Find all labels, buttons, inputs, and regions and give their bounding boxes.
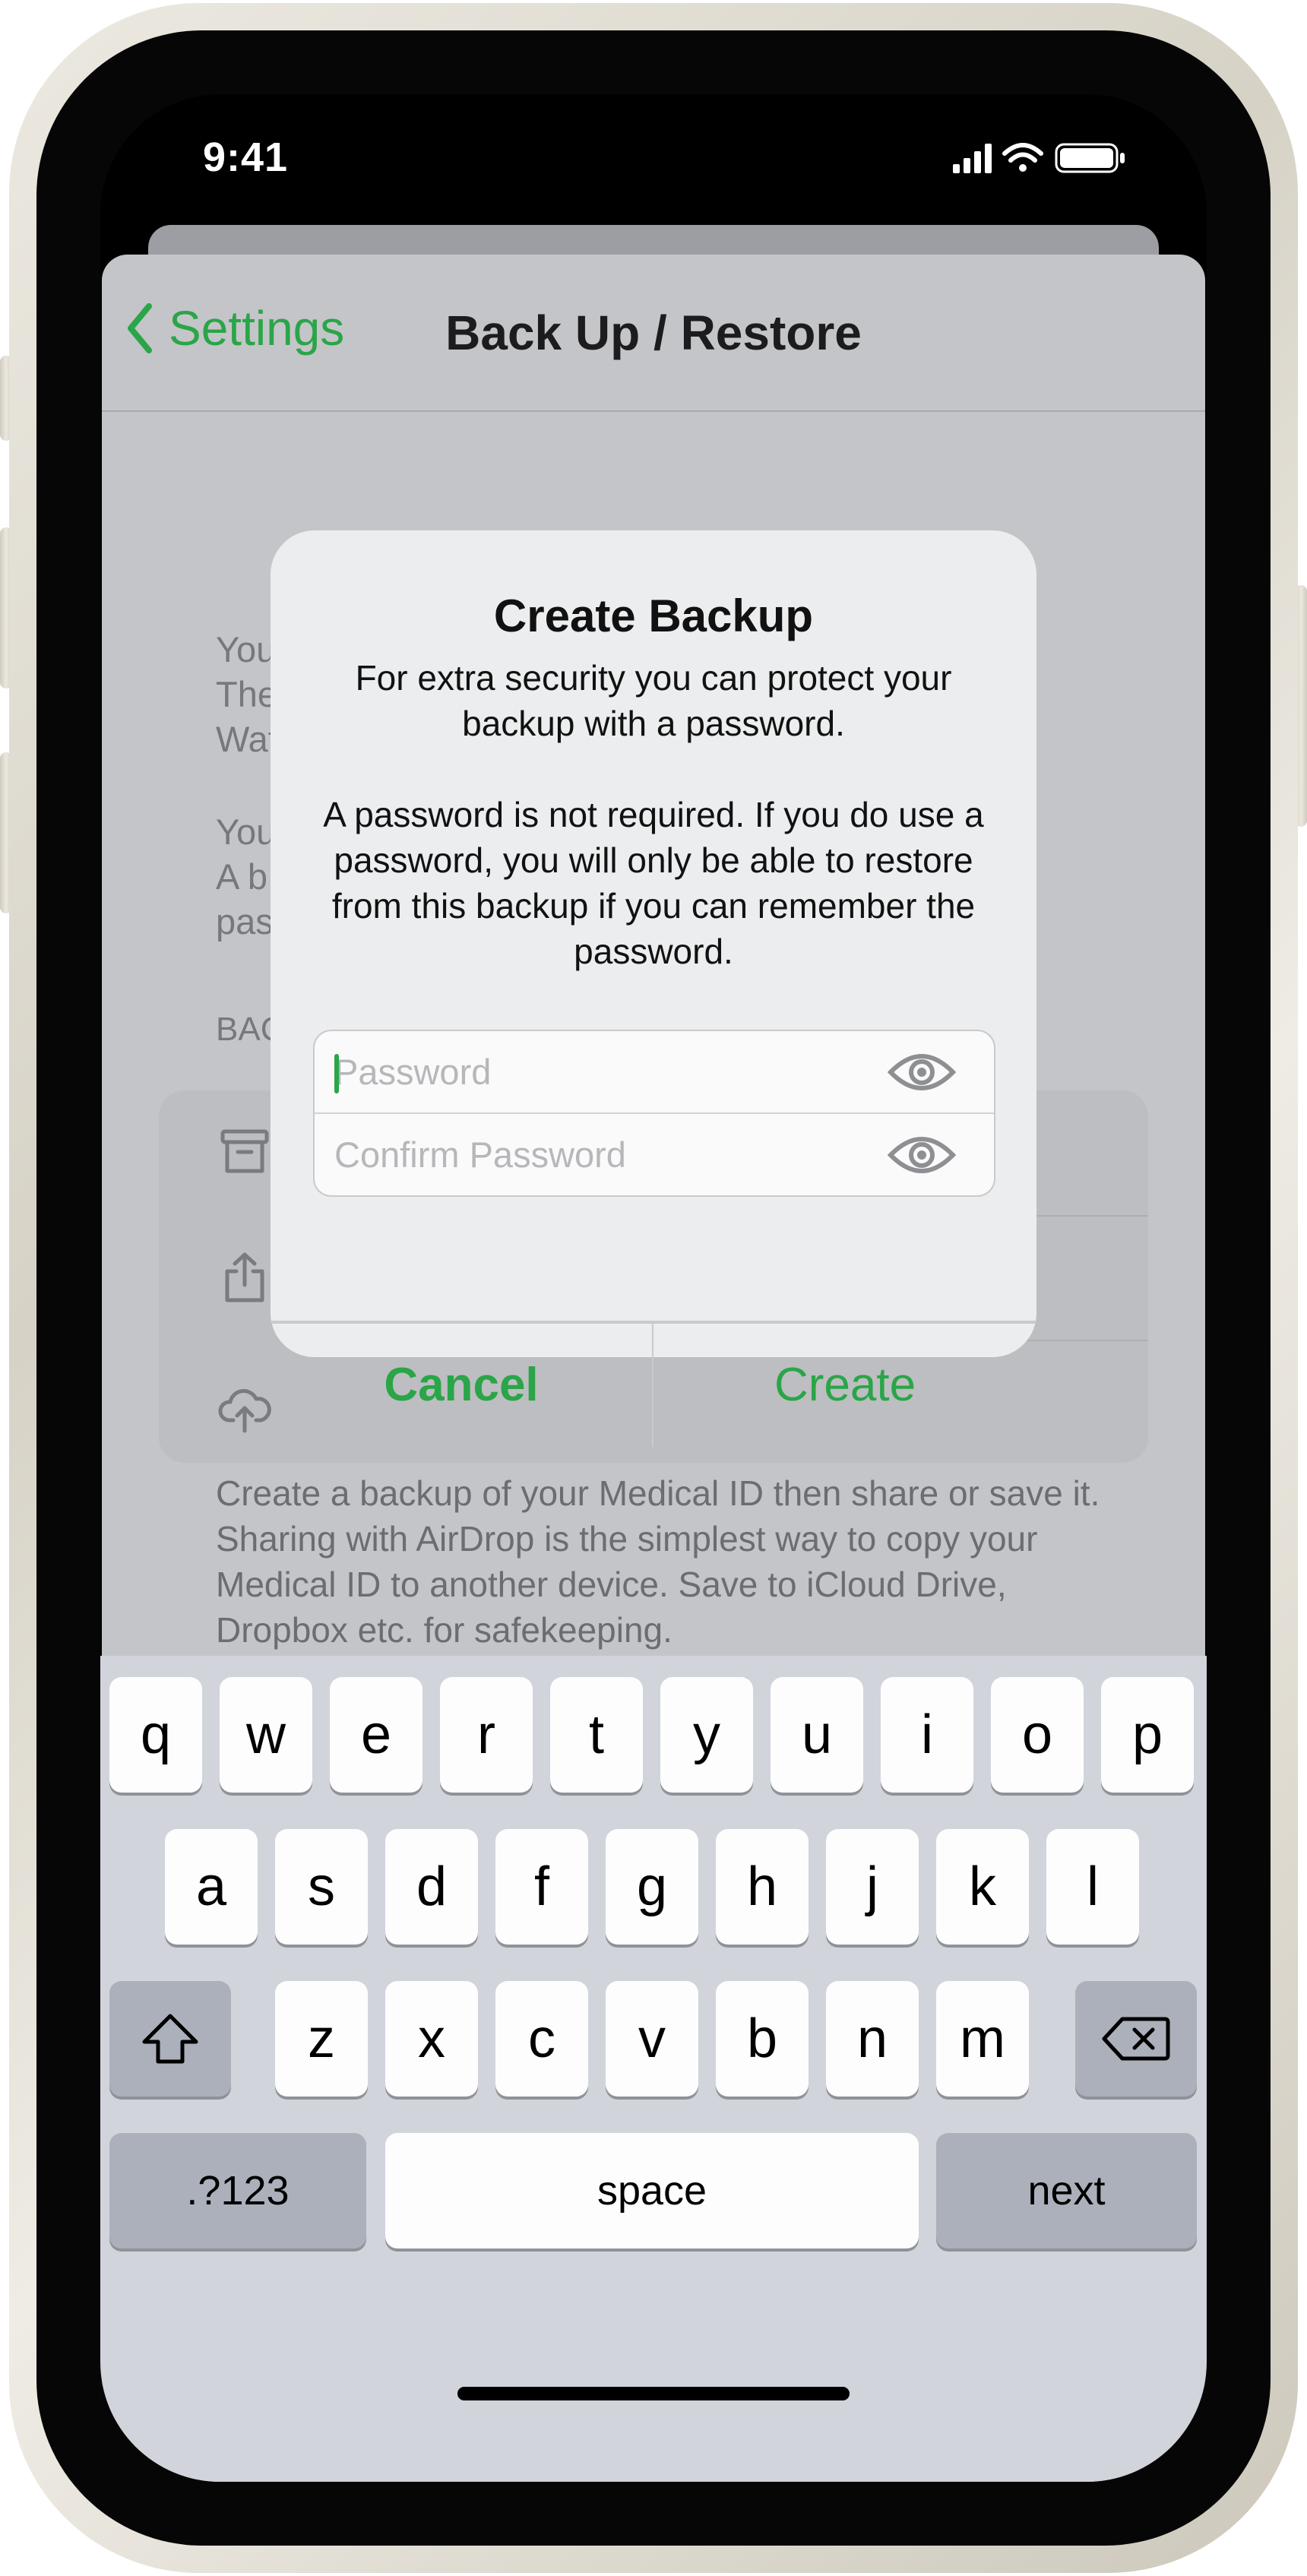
delete-key[interactable] [1075,1981,1197,2097]
alert-message-warning: A password is not required. If you do us… [323,795,984,971]
key-g[interactable]: g [606,1829,698,1945]
navigation-bar: Settings Back Up / Restore [102,255,1205,412]
password-fields [313,1030,995,1197]
key-r[interactable]: r [440,1677,533,1793]
eye-icon[interactable] [888,1049,956,1095]
key-v[interactable]: v [606,1981,698,2097]
confirm-password-input[interactable] [334,1114,866,1195]
key-n[interactable]: n [826,1981,919,2097]
confirm-password-row [315,1114,994,1195]
key-k[interactable]: k [936,1829,1029,1945]
key-h[interactable]: h [716,1829,809,1945]
archive-icon[interactable] [218,1125,271,1179]
key-b[interactable]: b [716,1981,809,2097]
numbers-key[interactable]: .?123 [109,2133,366,2248]
key-p[interactable]: p [1101,1677,1194,1793]
create-button[interactable]: Create [654,1322,1036,1447]
password-input[interactable] [334,1031,866,1112]
page-title: Back Up / Restore [445,305,862,360]
create-backup-alert: Create Backup For extra security you can… [271,530,1036,1357]
delete-backward-icon [1102,2017,1170,2061]
alert-message: For extra security you can protect your … [301,655,1006,974]
keyboard: q w e r t y u i o p a s d f g h j k l z … [100,1656,1207,2482]
key-e[interactable]: e [330,1677,422,1793]
key-j[interactable]: j [826,1829,919,1945]
share-icon[interactable] [218,1252,271,1305]
eye-icon[interactable] [888,1132,956,1178]
key-s[interactable]: s [275,1829,368,1945]
home-indicator[interactable] [457,2387,850,2400]
password-row [315,1031,994,1112]
screen: 9:41 Settings Back Up / Restore You The … [100,94,1207,2482]
backup-footer-text: Create a backup of your Medical ID then … [216,1473,1100,1650]
shift-key[interactable] [109,1981,231,2097]
key-y[interactable]: y [660,1677,753,1793]
status-time: 9:41 [203,134,289,180]
key-q[interactable]: q [109,1677,202,1793]
key-u[interactable]: u [771,1677,863,1793]
key-o[interactable]: o [991,1677,1084,1793]
key-f[interactable]: f [495,1829,588,1945]
key-l[interactable]: l [1046,1829,1139,1945]
shift-icon [142,2014,198,2064]
signal-icon [953,144,992,173]
key-d[interactable]: d [385,1829,478,1945]
key-x[interactable]: x [385,1981,478,2097]
key-z[interactable]: z [275,1981,368,2097]
key-c[interactable]: c [495,1981,588,2097]
key-i[interactable]: i [881,1677,973,1793]
alert-message-security: For extra security you can protect your … [355,658,952,743]
cancel-button[interactable]: Cancel [271,1322,652,1447]
alert-title: Create Backup [493,590,814,641]
text-cursor [334,1054,339,1093]
key-w[interactable]: w [220,1677,312,1793]
battery-icon [1055,143,1125,173]
wifi-icon [1002,143,1043,172]
next-key[interactable]: next [936,2133,1197,2248]
space-key[interactable]: space [385,2133,919,2248]
cloud-upload-icon[interactable] [218,1382,271,1435]
intro-paragraph-2: You A b pas [216,812,277,941]
key-a[interactable]: a [165,1829,258,1945]
intro-paragraph-1: You The Wat [216,629,278,759]
key-m[interactable]: m [936,1981,1029,2097]
status-icons [953,143,1125,173]
key-t[interactable]: t [550,1677,643,1793]
